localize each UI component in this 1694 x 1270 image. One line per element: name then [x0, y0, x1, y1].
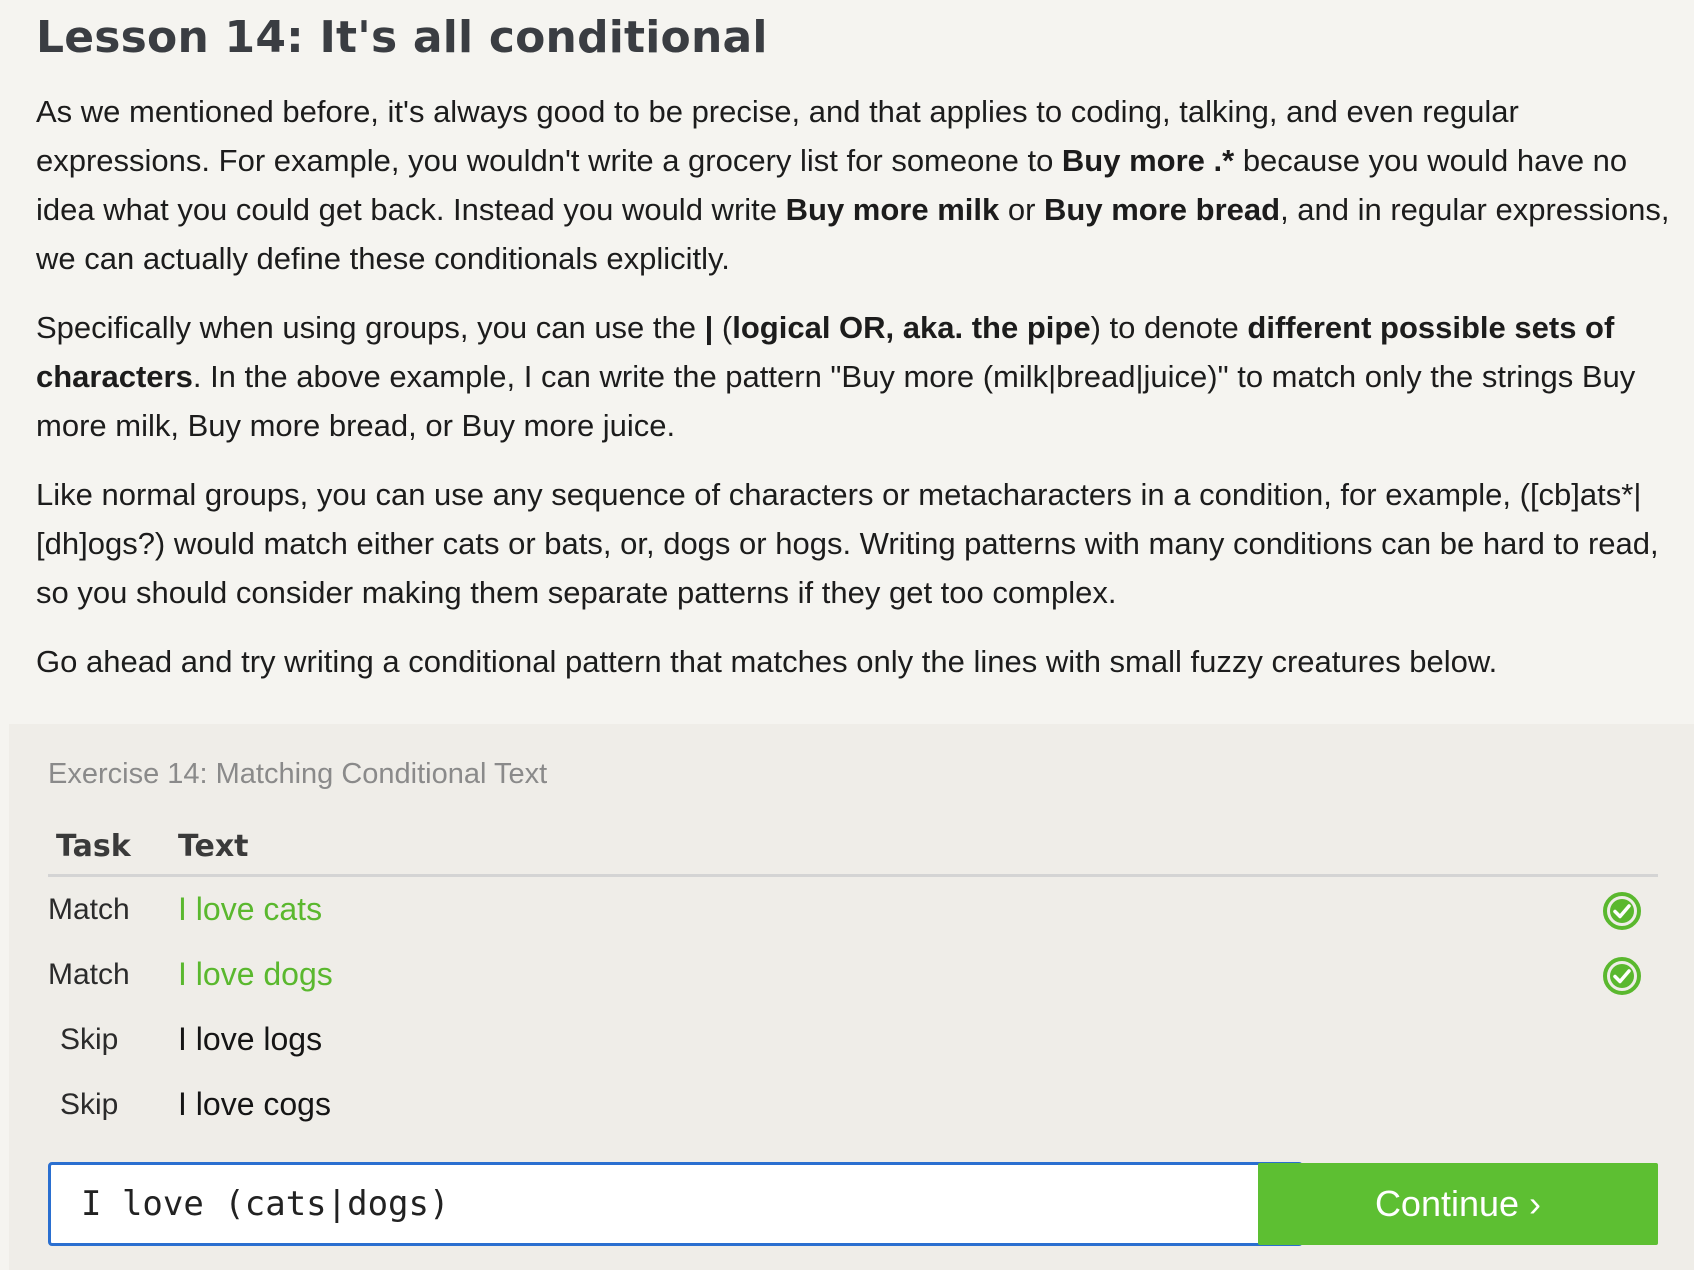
lesson-content: Lesson 14: It's all conditional As we me…: [36, 0, 1686, 706]
answer-row: Continue ›: [48, 1162, 1658, 1246]
column-header-text: Text: [178, 828, 249, 864]
emphasis-text: Buy more .*: [1061, 143, 1235, 178]
row-text: I love cogs: [178, 1086, 331, 1122]
table-row: Skip I love cogs: [48, 1072, 1658, 1137]
exercise-table: Task Text Match I love cats Match I love…: [48, 818, 1658, 1137]
exercise-title: Exercise 14: Matching Conditional Text: [48, 758, 548, 790]
body-text: Like normal groups, you can use any sequ…: [36, 477, 1659, 610]
body-text: ) to denote: [1090, 310, 1248, 345]
table-header: Task Text: [48, 818, 1658, 877]
table-row: Match I love dogs: [48, 942, 1658, 1007]
exercise-panel: Exercise 14: Matching Conditional Text T…: [9, 724, 1694, 1270]
pattern-input[interactable]: [48, 1162, 1303, 1246]
paragraph-groups: Like normal groups, you can use any sequ…: [36, 470, 1686, 617]
paragraph-intro: As we mentioned before, it's always good…: [36, 87, 1686, 283]
emphasis-text: logical OR, aka. the pipe: [732, 310, 1091, 345]
body-text: or: [999, 192, 1045, 227]
table-row: Skip I love logs: [48, 1007, 1658, 1072]
emphasis-text: Buy more milk: [785, 192, 1000, 227]
column-header-task: Task: [56, 828, 131, 864]
body-text: (: [713, 310, 733, 345]
task-label: Match: [48, 892, 130, 926]
row-text: I love dogs: [178, 956, 333, 992]
task-label: Skip: [60, 1087, 119, 1121]
body-text: . In the above example, I can write the …: [36, 359, 1636, 443]
row-text: I love cats: [178, 891, 323, 927]
task-label: Skip: [60, 1022, 119, 1056]
row-text: I love logs: [178, 1021, 323, 1057]
continue-button[interactable]: Continue ›: [1258, 1163, 1658, 1245]
emphasis-text: |: [704, 310, 714, 345]
lesson-title: Lesson 14: It's all conditional: [36, 12, 768, 63]
table-row: Match I love cats: [48, 877, 1658, 942]
paragraph-instruction: Go ahead and try writing a conditional p…: [36, 637, 1686, 686]
emphasis-text: Buy more bread: [1044, 192, 1281, 227]
check-circle-icon: [1603, 957, 1641, 995]
body-text: Go ahead and try writing a conditional p…: [36, 644, 1498, 679]
paragraph-pipe: Specifically when using groups, you can …: [36, 303, 1686, 450]
check-circle-icon: [1603, 892, 1641, 930]
body-text: Specifically when using groups, you can …: [36, 310, 705, 345]
task-label: Match: [48, 957, 130, 991]
